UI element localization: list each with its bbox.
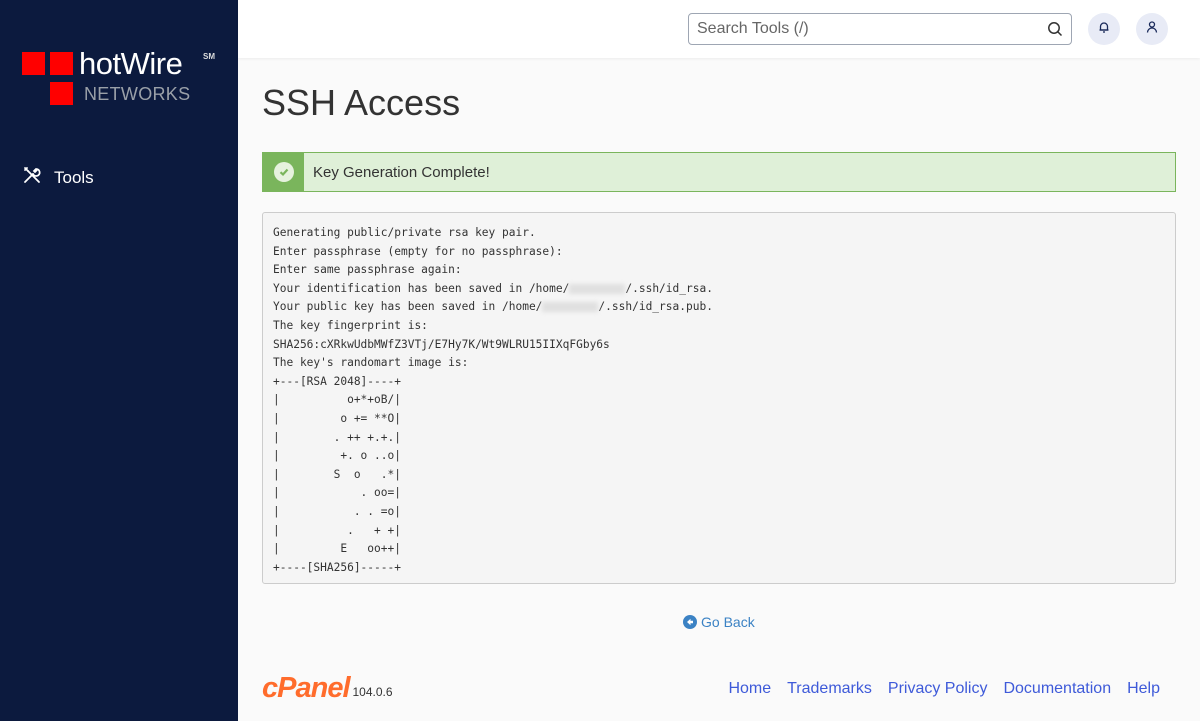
redacted-username [542, 302, 599, 313]
output-text: Generating public/private rsa key pair. … [273, 226, 713, 574]
redacted-username [569, 283, 626, 294]
footer-links: Home Trademarks Privacy Policy Documenta… [728, 680, 1160, 698]
page-title: SSH Access [262, 82, 461, 123]
sidebar-item-tools[interactable]: Tools [22, 165, 94, 190]
footer-link-home[interactable]: Home [728, 680, 771, 698]
search-icon[interactable] [1047, 21, 1063, 37]
logo-square [50, 82, 73, 105]
arrow-left-circle-icon [683, 615, 697, 629]
success-alert: Key Generation Complete! [262, 152, 1176, 192]
cpanel-logo[interactable]: cPanel 104.0.6 [262, 672, 393, 704]
cpanel-version: 104.0.6 [352, 685, 393, 699]
sidebar: hotWire SM NETWORKS Tools [0, 0, 238, 721]
alert-icon-box [263, 153, 304, 191]
logo-square [50, 52, 73, 75]
footer-link-privacy-policy[interactable]: Privacy Policy [888, 680, 988, 698]
top-bar [238, 0, 1200, 58]
tools-icon [22, 165, 42, 190]
notifications-button[interactable] [1088, 13, 1120, 45]
logo-subtitle: NETWORKS [84, 84, 191, 104]
user-menu-button[interactable] [1136, 13, 1168, 45]
go-back-link[interactable]: Go Back [683, 614, 755, 630]
user-icon [1145, 20, 1159, 39]
randomart: +---[RSA 2048]----+ | o+*+oB/| | o += **… [273, 374, 401, 574]
cpanel-brand: cPanel [262, 672, 350, 704]
sidebar-item-label: Tools [54, 167, 94, 187]
logo-square [22, 52, 45, 75]
command-output: Generating public/private rsa key pair. … [262, 212, 1176, 584]
search-input[interactable] [689, 14, 1029, 44]
footer-link-documentation[interactable]: Documentation [1003, 680, 1111, 698]
logo-brand: hotWire [79, 46, 183, 81]
search-box[interactable] [688, 13, 1072, 45]
go-back-label: Go Back [701, 614, 755, 630]
hotwire-logo[interactable]: hotWire SM NETWORKS [22, 46, 222, 108]
check-circle-icon [273, 162, 294, 182]
bell-icon [1097, 20, 1111, 39]
footer-link-trademarks[interactable]: Trademarks [787, 680, 872, 698]
logo-service-mark: SM [203, 52, 215, 61]
alert-message: Key Generation Complete! [313, 163, 490, 181]
footer-link-help[interactable]: Help [1127, 680, 1160, 698]
